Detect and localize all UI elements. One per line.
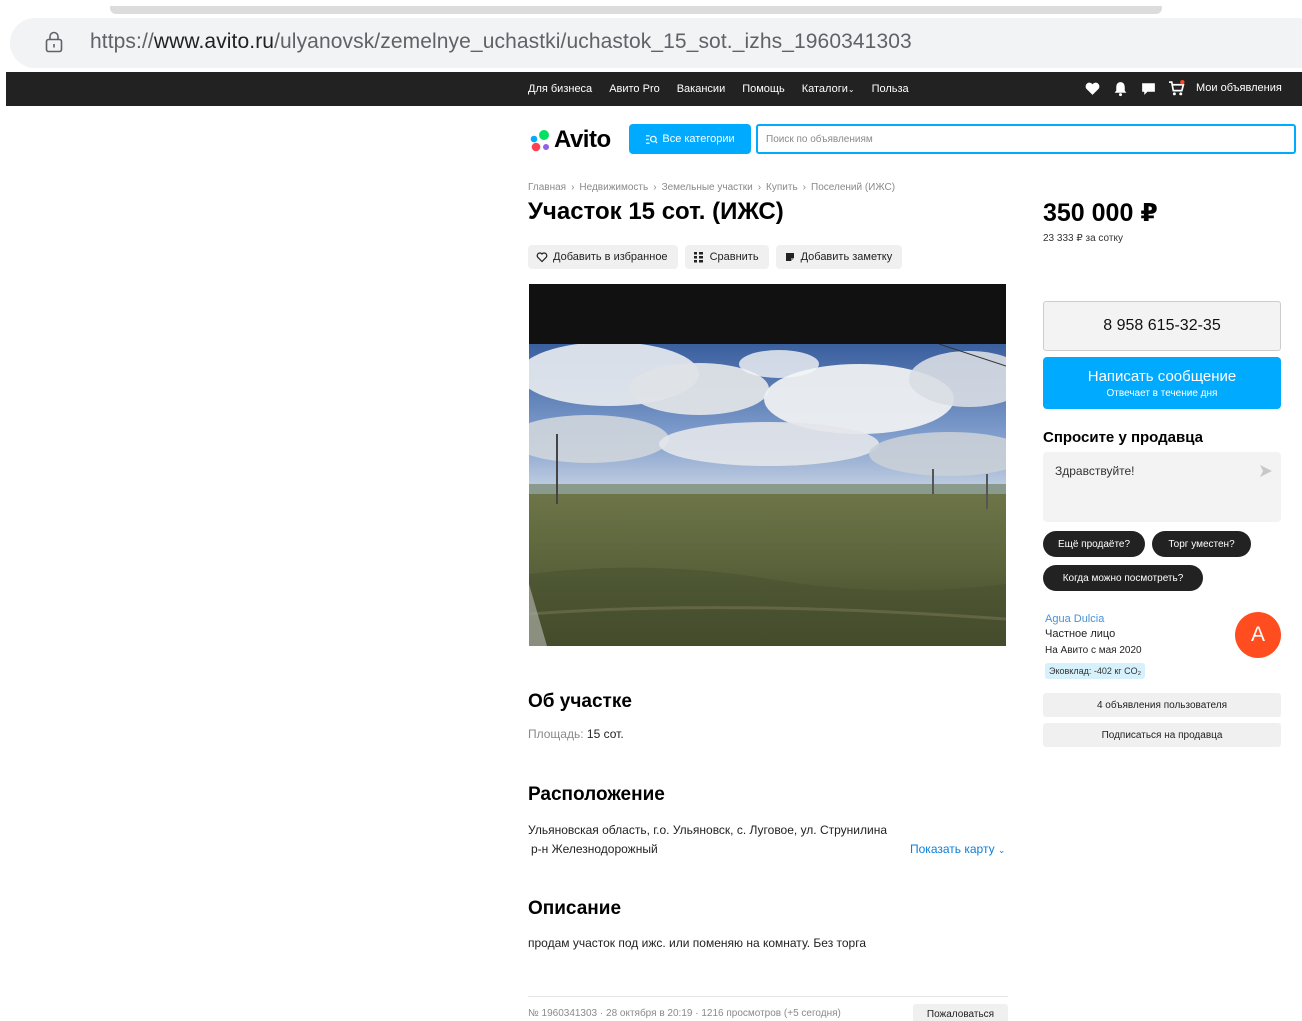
complain-button[interactable]: Пожаловаться <box>913 1004 1008 1021</box>
breadcrumb-separator: › <box>653 182 657 193</box>
all-categories-button[interactable]: Все категории <box>629 124 751 154</box>
ask-seller-text: Здравствуйте! <box>1055 464 1135 478</box>
about-section-title: Об участке <box>528 691 632 712</box>
area-label: Площадь: <box>528 727 584 741</box>
land-photo-image <box>529 344 1006 646</box>
quick-question-still-selling[interactable]: Ещё продаёте? <box>1043 531 1145 557</box>
page: https://www.avito.ru/ulyanovsk/zemelnye_… <box>0 0 1302 1021</box>
chevron-down-icon: ⌄ <box>997 845 1006 855</box>
nav-link-catalogs[interactable]: Каталоги⌄ <box>802 83 855 95</box>
response-time: Отвечает в течение дня <box>1106 387 1218 399</box>
eco-badge[interactable]: Эковклад: -402 кг CO₂ <box>1045 663 1146 679</box>
search-input[interactable]: Поиск по объявлениям <box>756 124 1296 154</box>
breadcrumb-land[interactable]: Земельные участки <box>662 182 753 193</box>
avito-logo-text: Avito <box>554 126 611 153</box>
subscribe-seller-button[interactable]: Подписаться на продавца <box>1043 723 1281 747</box>
breadcrumb-home[interactable]: Главная <box>528 182 566 193</box>
url-text[interactable]: https://www.avito.ru/ulyanovsk/zemelnye_… <box>90 30 912 54</box>
avito-logo[interactable]: Avito <box>528 126 611 154</box>
nav-link-benefit[interactable]: Польза <box>872 83 909 95</box>
phone-button[interactable]: 8 958 615-32-35 <box>1043 301 1281 351</box>
listing-meta: № 1960341303 · 28 октября в 20:19 · 1216… <box>528 1008 841 1019</box>
location-section-title: Расположение <box>528 784 665 805</box>
breadcrumb-izhs[interactable]: Поселений (ИЖС) <box>811 182 895 193</box>
url-scheme: https:// <box>90 30 154 53</box>
send-icon[interactable] <box>1259 464 1273 478</box>
breadcrumb-real-estate[interactable]: Недвижимость <box>579 182 648 193</box>
url-host: www.avito.ru <box>153 30 275 53</box>
heart-outline-icon <box>536 252 548 263</box>
nav-catalogs-label: Каталоги <box>801 83 848 95</box>
quick-question-viewing[interactable]: Когда можно посмотреть? <box>1043 565 1203 591</box>
seller-name-link[interactable]: Agua Dulcia <box>1045 613 1104 625</box>
browser-tabstrip <box>110 6 1162 14</box>
add-note-label: Добавить заметку <box>800 251 893 263</box>
write-message-button[interactable]: Написать сообщение Отвечает в течение дн… <box>1043 357 1281 409</box>
nav-link-business[interactable]: Для бизнеса <box>528 83 592 95</box>
listing-photo[interactable] <box>529 284 1006 646</box>
compare-label: Сравнить <box>709 251 759 263</box>
user-ads-button[interactable]: 4 объявления пользователя <box>1043 693 1281 717</box>
my-ads-link[interactable]: Мои объявления <box>1196 82 1282 94</box>
all-categories-label: Все категории <box>662 133 735 145</box>
breadcrumb-buy[interactable]: Купить <box>766 182 798 193</box>
add-to-favorites-label: Добавить в избранное <box>553 251 668 263</box>
price: 350 000 ₽ <box>1043 199 1158 227</box>
area-info: Площадь: 15 сот. <box>528 727 624 741</box>
price-per-sotka: 23 333 ₽ за сотку <box>1043 233 1123 244</box>
search-menu-icon <box>646 134 658 144</box>
breadcrumb-separator: › <box>802 182 806 193</box>
note-icon <box>785 253 794 261</box>
listing-actions: Добавить в избранное Сравнить Добавить з… <box>528 245 903 269</box>
quick-question-bargain[interactable]: Торг уместен? <box>1152 531 1251 557</box>
avito-logo-icon <box>530 130 549 152</box>
write-message-label: Написать сообщение <box>1087 367 1237 385</box>
seller-type: Частное лицо <box>1045 628 1116 640</box>
chat-icon[interactable] <box>1140 80 1157 97</box>
compare-icon <box>693 252 703 263</box>
bell-icon[interactable] <box>1112 80 1129 97</box>
nav-link-help[interactable]: Помощь <box>742 83 785 95</box>
top-navigation: Для бизнеса Авито Pro Вакансии Помощь Ка… <box>6 72 1302 106</box>
breadcrumb-separator: › <box>571 182 575 193</box>
area-value: 15 сот. <box>586 727 624 741</box>
show-map-link[interactable]: Показать карту ⌄ <box>910 842 1005 856</box>
nav-link-avito-pro[interactable]: Авито Pro <box>609 83 660 95</box>
lock-icon[interactable] <box>44 31 64 53</box>
url-path: /ulyanovsk/zemelnye_uchastki/uchastok_15… <box>274 30 912 53</box>
description-section-title: Описание <box>528 898 622 919</box>
nav-link-vacancies[interactable]: Вакансии <box>677 83 726 95</box>
ask-seller-input[interactable]: Здравствуйте! <box>1043 452 1281 522</box>
ask-seller-title: Спросите у продавца <box>1043 429 1203 446</box>
breadcrumb: Главная › Недвижимость › Земельные участки… <box>528 182 895 193</box>
add-to-favorites-button[interactable]: Добавить в избранное <box>528 245 678 269</box>
page-title: Участок 15 сот. (ИЖС) <box>528 198 784 225</box>
address-line: Ульяновская область, г.о. Ульяновск, с. … <box>528 823 888 837</box>
compare-button[interactable]: Сравнить <box>684 245 769 269</box>
heart-icon[interactable] <box>1084 80 1101 97</box>
avatar[interactable]: A <box>1235 612 1281 658</box>
district-line: р-н Железнодорожный <box>531 842 658 856</box>
description-text: продам участок под ижс. или поменяю на к… <box>528 936 867 950</box>
chevron-down-icon: ⌄ <box>847 85 855 94</box>
breadcrumb-separator: › <box>757 182 762 193</box>
show-map-label: Показать карту <box>910 842 995 856</box>
seller-since: На Авито с мая 2020 <box>1045 645 1142 656</box>
search-placeholder: Поиск по объявлениям <box>766 133 873 145</box>
address: Ульяновская область, г.о. Ульяновск, с. … <box>528 821 887 859</box>
add-note-button[interactable]: Добавить заметку <box>775 245 903 269</box>
cart-icon[interactable] <box>1168 80 1185 97</box>
divider <box>528 996 1008 997</box>
